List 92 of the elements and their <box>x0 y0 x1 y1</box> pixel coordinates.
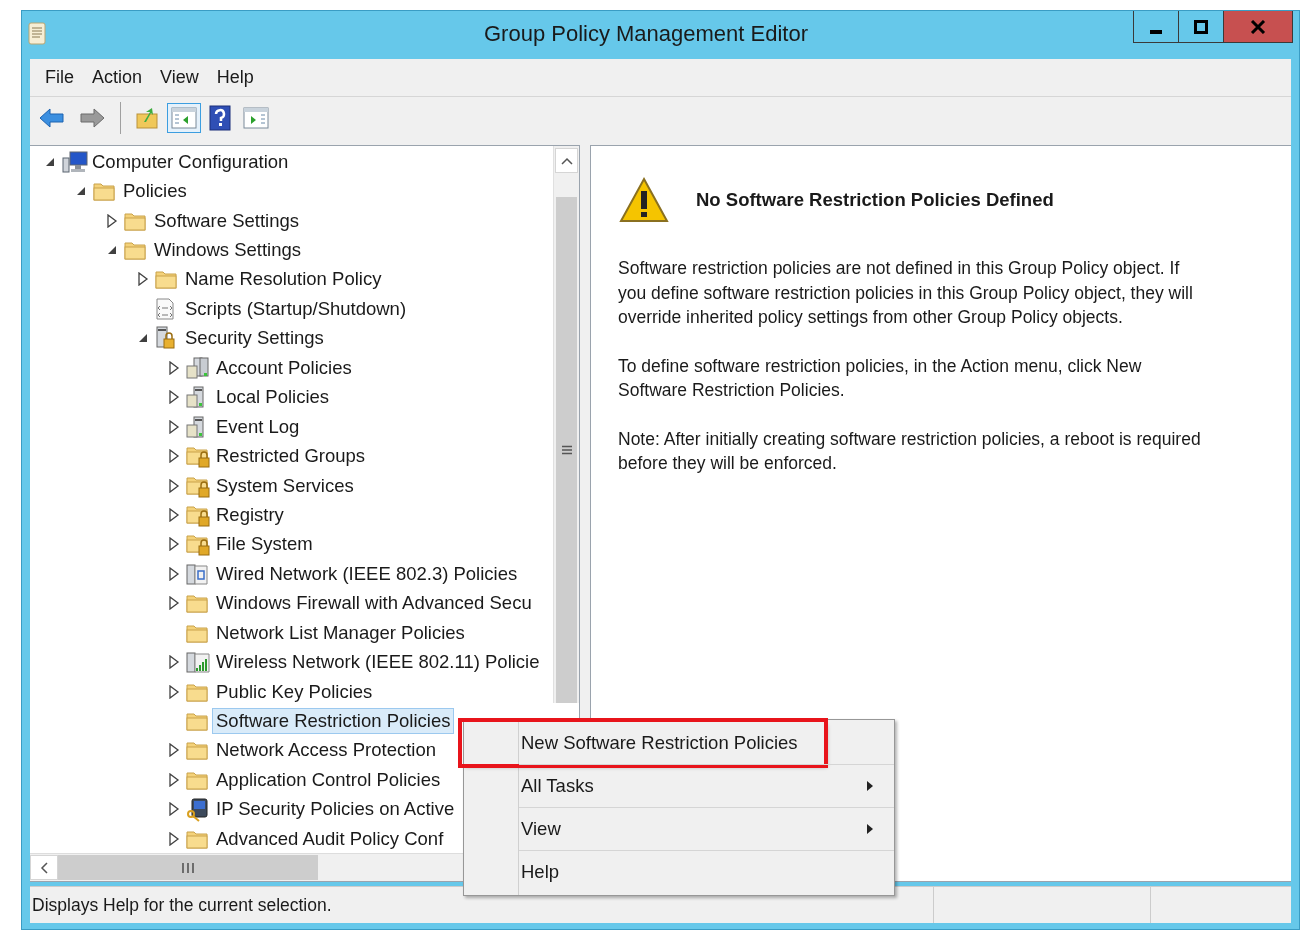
grip-icon <box>560 445 573 455</box>
collapsed-arrow-icon[interactable] <box>168 684 180 699</box>
tree-item[interactable]: Scripts (Startup/Shutdown) <box>181 295 411 322</box>
collapsed-arrow-icon[interactable] <box>168 360 180 375</box>
tree-item[interactable]: Computer Configuration <box>88 148 293 175</box>
computer-icon <box>61 149 89 174</box>
tree-item[interactable]: Network Access Protection <box>212 737 441 764</box>
close-icon <box>1250 19 1266 34</box>
paragraph: Note: After initially creating software restriction policies, a reboot is required before they will be enforced. <box>618 427 1202 475</box>
collapsed-arrow-icon[interactable] <box>137 272 149 287</box>
network-document-icon <box>185 561 211 586</box>
collapsed-arrow-icon[interactable] <box>168 537 180 552</box>
folder-icon <box>185 710 209 733</box>
collapsed-arrow-icon[interactable] <box>106 213 118 228</box>
scroll-up-icon[interactable] <box>559 155 574 166</box>
tree-item[interactable]: IP Security Policies on Active <box>212 796 459 823</box>
tree-item[interactable]: Name Resolution Policy <box>181 266 386 293</box>
collapsed-arrow-icon[interactable] <box>168 596 180 611</box>
tree-item[interactable]: Policies <box>119 178 191 205</box>
tree-item[interactable]: Restricted Groups <box>212 443 370 470</box>
collapsed-arrow-icon[interactable] <box>168 802 180 817</box>
folder-up-icon <box>135 106 159 130</box>
menu-item[interactable]: View <box>519 807 894 850</box>
menu-item[interactable]: View <box>151 63 208 92</box>
collapsed-arrow-icon[interactable] <box>168 655 180 670</box>
window-title: Group Policy Management Editor <box>482 21 810 47</box>
details-heading: No Software Restriction Policies Defined <box>696 189 1054 211</box>
console-tree-icon <box>171 106 197 130</box>
tree-item[interactable]: Registry <box>212 501 288 528</box>
tree-item[interactable]: Advanced Audit Policy Conf <box>212 825 448 852</box>
folder-icon <box>185 739 209 762</box>
folder-icon <box>154 268 178 291</box>
tree-item[interactable]: System Services <box>212 472 358 499</box>
vertical-scrollbar[interactable] <box>553 146 579 703</box>
script-document-icon <box>154 296 176 321</box>
maximize-icon <box>1194 19 1208 34</box>
close-button[interactable] <box>1223 11 1293 43</box>
forward-arrow-icon <box>78 106 106 130</box>
collapsed-arrow-icon[interactable] <box>168 772 180 787</box>
menu-item[interactable]: Help <box>519 850 894 893</box>
collapsed-arrow-icon[interactable] <box>168 419 180 434</box>
servers-icon <box>185 355 209 380</box>
status-text: Displays Help for the current selection. <box>31 893 333 917</box>
collapsed-arrow-icon[interactable] <box>168 743 180 758</box>
scroll-thumb[interactable] <box>58 855 318 880</box>
grip-icon <box>181 861 195 874</box>
action-pane-icon <box>243 106 269 130</box>
menu-item[interactable]: File <box>36 63 83 92</box>
collapsed-arrow-icon[interactable] <box>168 507 180 522</box>
tree-item[interactable]: Windows Firewall with Advanced Secu <box>212 590 536 617</box>
tree-item[interactable]: Security Settings <box>181 325 328 352</box>
tree-item[interactable]: Wireless Network (IEEE 802.11) Policie <box>212 649 544 676</box>
tree-item[interactable]: Event Log <box>212 413 304 440</box>
collapsed-arrow-icon[interactable] <box>168 478 180 493</box>
expanded-arrow-icon[interactable] <box>137 332 149 345</box>
locked-folder-icon <box>185 444 211 469</box>
signal-bars-icon <box>185 650 211 675</box>
collapsed-arrow-icon[interactable] <box>168 566 180 581</box>
collapsed-arrow-icon[interactable] <box>168 831 180 846</box>
back-arrow-icon <box>38 106 66 130</box>
tree-item[interactable]: Windows Settings <box>150 237 306 264</box>
tree-item[interactable]: Application Control Policies <box>212 766 445 793</box>
scroll-icon <box>26 21 48 47</box>
folder-icon <box>185 592 209 615</box>
paragraph: Software restriction policies are not defined in this Group Policy object. If you define software restriction policies in this Group Policy object, they will override inherited policy settings from other Group Policy objects. <box>618 257 1194 329</box>
tree-item[interactable]: Account Policies <box>212 354 356 381</box>
tree-item[interactable]: Network List Manager Policies <box>212 619 469 646</box>
minimize-icon <box>1150 29 1162 34</box>
scroll-thumb[interactable] <box>556 197 577 703</box>
tree-item[interactable]: Software Settings <box>150 207 303 234</box>
tree-item[interactable]: Wired Network (IEEE 802.3) Policies <box>212 560 522 587</box>
help-icon <box>209 105 231 131</box>
folder-icon <box>92 180 116 203</box>
tree-item[interactable]: Public Key Policies <box>212 678 377 705</box>
warning-icon <box>618 176 670 224</box>
folder-icon <box>123 239 147 262</box>
tree-item[interactable]: File System <box>212 531 317 558</box>
expanded-arrow-icon[interactable] <box>106 244 118 257</box>
collapsed-arrow-icon[interactable] <box>168 449 180 464</box>
menu-item[interactable]: Action <box>83 63 152 92</box>
menu-item[interactable]: All Tasks <box>519 764 894 807</box>
menu-item[interactable]: Help <box>207 63 263 92</box>
locked-folder-icon <box>185 532 211 557</box>
scroll-left-icon[interactable] <box>39 860 49 875</box>
minimize-button[interactable] <box>1133 11 1179 43</box>
collapsed-arrow-icon[interactable] <box>168 390 180 405</box>
paragraph: To define software restriction policies, in the Action menu, click New Software Restriction Policies. <box>618 354 1143 402</box>
tree-item[interactable]: Software Restriction Policies <box>212 708 455 735</box>
expanded-arrow-icon[interactable] <box>75 185 87 198</box>
tree-item[interactable]: Local Policies <box>212 384 334 411</box>
computer-key-icon <box>185 796 209 823</box>
server-lock-icon <box>154 325 176 352</box>
